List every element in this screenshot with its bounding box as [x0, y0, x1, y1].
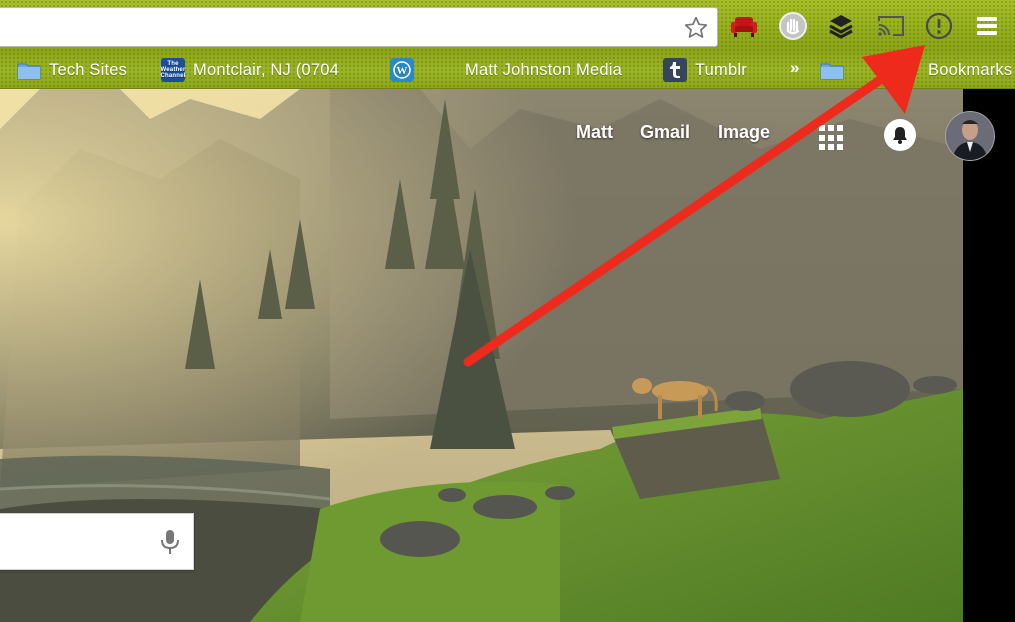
- images-link[interactable]: Image: [718, 122, 770, 143]
- google-search-box[interactable]: [0, 513, 194, 570]
- gmail-link[interactable]: Gmail: [640, 122, 690, 143]
- avatar[interactable]: [945, 111, 995, 161]
- couch-extension-icon[interactable]: [727, 9, 761, 43]
- bookmark-label: Tech Sites: [49, 60, 128, 79]
- google-apps-grid-icon[interactable]: [819, 125, 845, 151]
- bookmark-label: Matt Johnston Media: [465, 60, 622, 79]
- page-edge-black: [963, 150, 1015, 622]
- microphone-icon[interactable]: [158, 528, 182, 556]
- bookmark-label: Bookmarks: [928, 60, 1013, 79]
- browser-toolbar: [0, 0, 1015, 52]
- bookmark-matt-johnston-media[interactable]: Matt Johnston Media: [465, 56, 622, 84]
- cast-icon[interactable]: [874, 9, 908, 43]
- hand-extension-icon[interactable]: [776, 9, 810, 43]
- bookmark-folder-other[interactable]: Bookmarks: [820, 56, 1012, 84]
- address-input[interactable]: [0, 8, 686, 44]
- weather-channel-icon: The Weather Channel: [160, 58, 185, 82]
- bookmark-folder-tech-sites[interactable]: Tech Sites: [17, 56, 127, 84]
- bookmark-wordpress[interactable]: W: [390, 56, 422, 84]
- bookmark-tumblr[interactable]: Tumblr: [663, 56, 747, 84]
- bookmark-label: Montclair, NJ (0704: [193, 60, 339, 79]
- folder-icon: [17, 63, 41, 79]
- tumblr-icon: [663, 58, 687, 82]
- bookmark-label: Tumblr: [695, 60, 747, 79]
- bookmark-star-icon[interactable]: [683, 15, 709, 41]
- wordpress-icon: W: [390, 58, 414, 82]
- buffer-layers-icon[interactable]: [824, 9, 858, 43]
- google-account-name-link[interactable]: Matt: [576, 122, 613, 143]
- omnibox[interactable]: [0, 7, 718, 47]
- info-circle-icon[interactable]: [922, 9, 956, 43]
- notifications-bell-icon[interactable]: [884, 119, 916, 151]
- search-input[interactable]: [0, 514, 166, 567]
- folder-icon: [820, 63, 844, 79]
- bookmarks-overflow-chevron[interactable]: »: [790, 58, 799, 78]
- bookmark-montclair-weather[interactable]: The Weather Channel Montclair, NJ (0704: [160, 56, 339, 84]
- chrome-menu-icon[interactable]: [970, 9, 1004, 43]
- svg-text:W: W: [396, 65, 407, 77]
